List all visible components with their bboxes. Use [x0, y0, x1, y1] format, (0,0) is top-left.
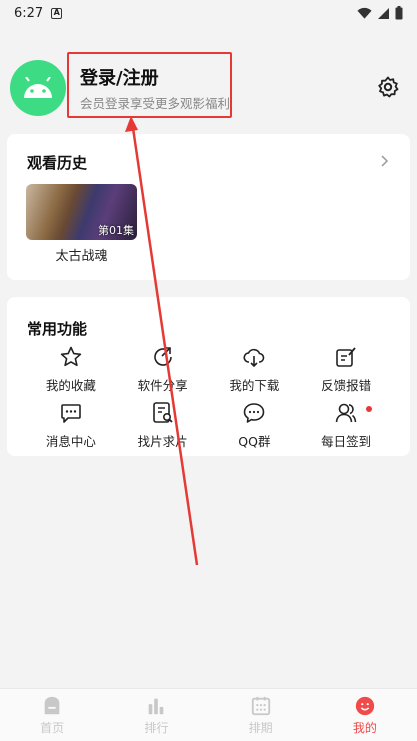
tab-label: 排期	[248, 721, 273, 735]
feature-label: 消息中心	[45, 434, 96, 449]
status-time: 6:27	[14, 5, 44, 21]
chevron-right-icon[interactable]	[378, 154, 390, 168]
history-thumbnail[interactable]: 第01集	[26, 184, 137, 240]
login-register-link[interactable]: 登录/注册	[80, 64, 159, 90]
settings-icon[interactable]	[376, 75, 400, 99]
bottom-tab-bar: 首页 排行 排期 我的	[0, 688, 417, 741]
feature-label: 反馈报错	[321, 378, 372, 393]
calendar-icon	[251, 696, 270, 716]
status-bar: 6:27 A	[0, 0, 417, 26]
tab-schedule[interactable]: 排期	[209, 689, 313, 741]
share-icon	[153, 347, 172, 366]
me-icon	[355, 696, 375, 716]
tab-label: 首页	[40, 721, 65, 735]
profile-header: 登录/注册 会员登录享受更多观影福利	[0, 50, 417, 130]
feature-qq-group[interactable]: QQ群	[209, 401, 301, 451]
feature-label: QQ群	[238, 434, 271, 449]
tab-me[interactable]: 我的	[313, 689, 417, 741]
tab-home[interactable]: 首页	[0, 689, 104, 741]
signal-icon	[378, 7, 389, 19]
android-icon	[24, 77, 52, 98]
rank-icon	[149, 698, 164, 715]
notification-dot	[366, 406, 372, 412]
tab-rank[interactable]: 排行	[104, 689, 208, 741]
feature-feedback[interactable]: 反馈报错	[300, 345, 392, 395]
feature-label: 找片求片	[137, 434, 188, 449]
tab-label: 排行	[144, 721, 169, 735]
chat-icon	[244, 403, 265, 423]
feature-checkin[interactable]: 每日签到	[300, 401, 392, 451]
users-icon	[335, 403, 357, 423]
feature-messages[interactable]: 消息中心	[25, 401, 117, 451]
common-functions-card: 常用功能 我的收藏 软件分享 我的下载 反馈报错 消息中心 找片求片 QQ群 每…	[7, 297, 410, 456]
feature-label: 我的下载	[229, 378, 280, 393]
message-icon	[61, 404, 81, 423]
functions-grid: 我的收藏 软件分享 我的下载 反馈报错 消息中心 找片求片 QQ群 每日签到	[7, 345, 410, 451]
feedback-icon	[336, 347, 356, 367]
feature-label: 我的收藏	[45, 378, 96, 393]
tab-label: 我的	[352, 721, 377, 735]
battery-icon	[395, 6, 403, 20]
avatar[interactable]	[10, 60, 66, 116]
search-doc-icon	[152, 402, 173, 423]
watch-history-title: 观看历史	[27, 154, 88, 172]
feature-label: 软件分享	[137, 378, 188, 393]
feature-share[interactable]: 软件分享	[117, 345, 209, 395]
feature-request[interactable]: 找片求片	[117, 401, 209, 451]
feature-favorites[interactable]: 我的收藏	[25, 345, 117, 395]
common-functions-title: 常用功能	[27, 320, 88, 338]
wifi-icon	[357, 7, 372, 19]
cloud-download-icon	[243, 348, 265, 368]
member-subtitle: 会员登录享受更多观影福利	[80, 96, 231, 111]
feature-downloads[interactable]: 我的下载	[209, 345, 301, 395]
history-item-title[interactable]: 太古战魂	[26, 245, 137, 264]
star-icon	[60, 346, 82, 367]
watch-history-card: 观看历史 第01集 太古战魂	[7, 134, 410, 280]
notification-icon: A	[51, 7, 63, 19]
feature-label: 每日签到	[321, 434, 372, 449]
home-icon	[44, 696, 60, 715]
episode-label: 第01集	[98, 224, 134, 237]
